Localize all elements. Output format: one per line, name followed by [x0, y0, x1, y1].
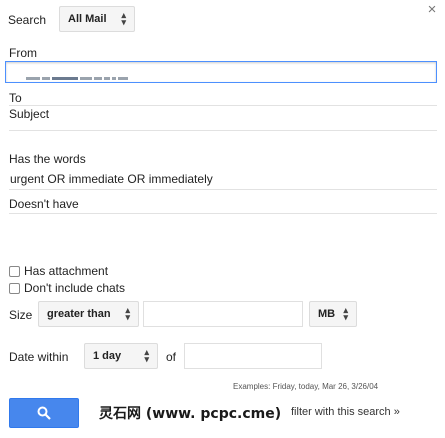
- close-icon[interactable]: ×: [426, 2, 438, 17]
- has-words-input[interactable]: urgent OR immediate OR immediately: [10, 172, 213, 186]
- date-within-label: Date within: [9, 350, 69, 364]
- from-label: From: [9, 46, 37, 60]
- date-of-label: of: [166, 350, 177, 364]
- select-arrows-icon: ▴ ▾: [343, 305, 348, 322]
- has-words-label: Has the words: [9, 152, 86, 166]
- size-operator-value: greater than: [47, 308, 111, 320]
- size-operator-select[interactable]: greater than ▴ ▾: [38, 301, 139, 327]
- has-words-underline: [9, 189, 437, 190]
- date-range-value: 1 day: [93, 350, 122, 362]
- select-arrows-icon: ▴ ▾: [121, 10, 126, 27]
- has-attachment-label: Has attachment: [24, 264, 109, 278]
- search-button[interactable]: [9, 398, 79, 428]
- size-unit-value: MB: [318, 308, 336, 320]
- dont-include-chats-label: Don't include chats: [24, 281, 126, 295]
- filter-with-search-link[interactable]: filter with this search »: [291, 406, 400, 418]
- date-range-select[interactable]: 1 day ▴ ▾: [84, 343, 158, 369]
- date-of-input[interactable]: [184, 343, 322, 369]
- select-arrows-icon: ▴ ▾: [144, 347, 149, 364]
- date-examples-note: Examples: Friday, today, Mar 26, 3/26/04: [233, 382, 379, 391]
- size-unit-select[interactable]: MB ▴ ▾: [309, 301, 357, 327]
- to-input-line[interactable]: [9, 105, 437, 106]
- search-label: Search: [8, 13, 47, 27]
- has-attachment-checkbox[interactable]: [9, 266, 20, 277]
- search-scope-value: All Mail: [68, 13, 107, 25]
- subject-input-line[interactable]: [9, 130, 437, 131]
- subject-label: Subject: [9, 107, 50, 121]
- to-label: To: [9, 91, 22, 105]
- watermark-text: 灵石网 (www. pcpc.cme): [99, 406, 282, 422]
- dont-include-chats-checkbox[interactable]: [9, 283, 20, 294]
- from-value-redacted: [26, 71, 130, 85]
- select-arrows-icon: ▴ ▾: [125, 305, 130, 322]
- doesnt-have-label: Doesn't have: [9, 197, 79, 211]
- size-label: Size: [9, 308, 33, 322]
- from-input[interactable]: [5, 61, 437, 83]
- size-value-input[interactable]: [143, 301, 303, 327]
- search-scope-select[interactable]: All Mail ▴ ▾: [59, 6, 135, 32]
- doesnt-have-input-line[interactable]: [9, 213, 437, 214]
- search-icon: [37, 406, 51, 420]
